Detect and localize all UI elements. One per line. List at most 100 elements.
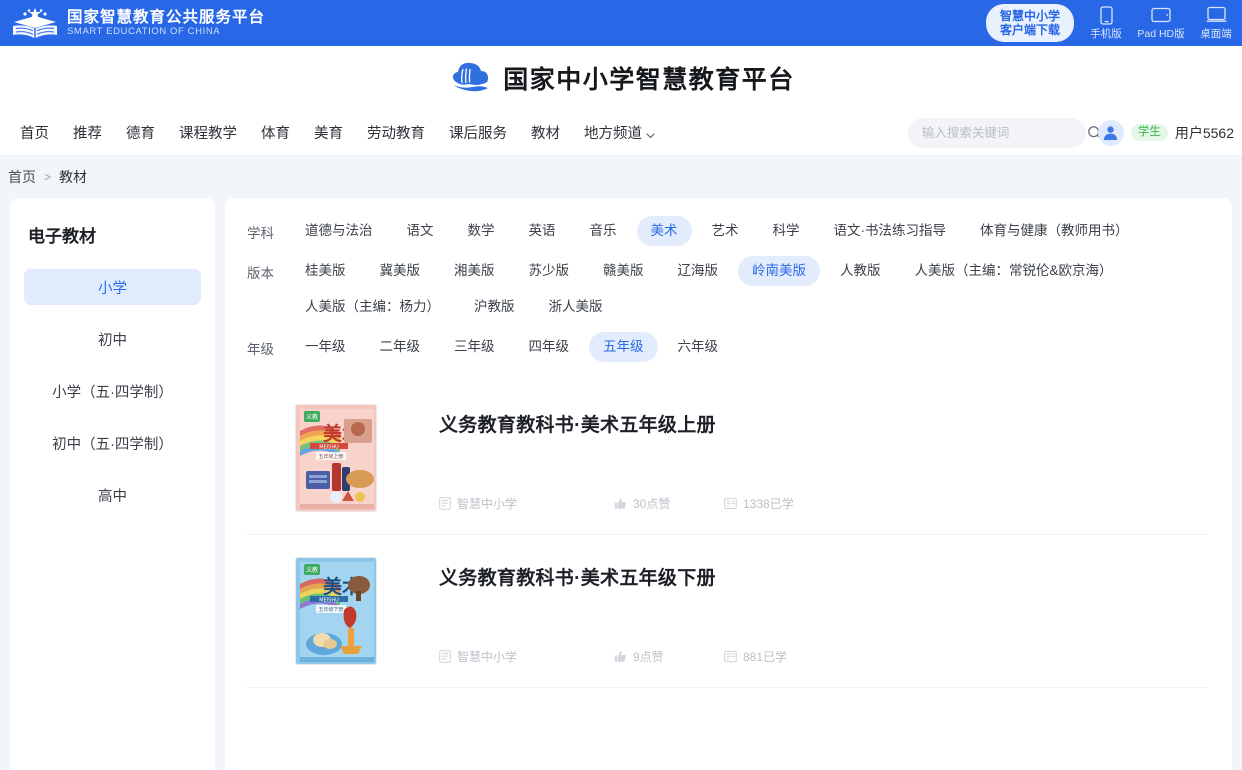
nav-item-after-school-service[interactable]: 课后服务 [437, 122, 519, 143]
nav-item-aesthetic-education[interactable]: 美育 [302, 122, 355, 143]
breadcrumb-current: 教材 [59, 169, 88, 185]
sidebar-item-junior[interactable]: 初中 [24, 321, 201, 357]
client-download-button[interactable]: 智慧中小学 客户端下载 [985, 4, 1074, 42]
avatar[interactable] [1097, 119, 1124, 146]
brand-logo-group[interactable]: 国家中小学智慧教育平台 [447, 58, 795, 98]
thumbs-up-icon [614, 497, 627, 510]
filter-chip-grade-1[interactable]: 二年级 [366, 332, 435, 362]
gov-title-cn: 国家智慧教育公共服务平台 [67, 8, 266, 26]
nav-label: 地方频道 [584, 125, 642, 142]
filter-chip-grade-4[interactable]: 五年级 [589, 332, 658, 362]
device-link-phone[interactable]: 手机版 [1084, 5, 1128, 41]
device-link-tablet[interactable]: Pad HD版 [1132, 5, 1190, 41]
desktop-icon [1206, 5, 1227, 25]
book-cover-image: 义教 美术 MEISHU 五年级上册 [295, 404, 377, 512]
filter-chips-grade: 一年级 二年级 三年级 四年级 五年级 六年级 [291, 332, 1206, 368]
gov-title-en: SMART EDUCATION OF CHINA [67, 25, 221, 37]
cloud-book-logo-icon [447, 58, 493, 98]
breadcrumb-home[interactable]: 首页 [8, 167, 36, 187]
filter-chip-subject-1[interactable]: 语文 [393, 216, 448, 246]
svg-text:五年级上册: 五年级上册 [318, 453, 343, 460]
filter-chip-version-9[interactable]: 人美版（主编：杨力） [291, 292, 454, 322]
device-link-desktop[interactable]: 桌面端 [1194, 5, 1238, 41]
user-area[interactable]: 学生 用户5562 [1097, 119, 1234, 146]
filter-chip-version-3[interactable]: 苏少版 [515, 256, 584, 286]
filter-chip-subject-8[interactable]: 语文·书法练习指导 [820, 216, 961, 246]
book-cover-image: 义教 美术 MEISHU 五年级下册 [295, 557, 377, 665]
filter-chip-version-11[interactable]: 浙人美版 [535, 292, 617, 322]
book-list: 义教 美术 MEISHU 五年级上册 义务教育教科书·美术五年级上册 智慧中小学… [247, 382, 1206, 688]
nav-item-recommend[interactable]: 推荐 [61, 122, 114, 143]
book-title[interactable]: 义务教育教科书·美术五年级上册 [439, 404, 1206, 437]
filter-chip-grade-3[interactable]: 四年级 [515, 332, 584, 362]
tablet-icon [1151, 5, 1171, 25]
chevron-down-icon [646, 128, 655, 138]
filter-chip-subject-7[interactable]: 科学 [759, 216, 814, 246]
sidebar-item-senior[interactable]: 高中 [24, 477, 201, 513]
nav-label: 体育 [261, 125, 290, 142]
filter-chip-grade-0[interactable]: 一年级 [291, 332, 360, 362]
main-nav-bar: 首页 推荐 德育 课程教学 体育 美育 劳动教育 课后服务 教材 地方频道 学生… [0, 109, 1242, 156]
filter-chip-version-10[interactable]: 沪教版 [460, 292, 529, 322]
filter-chip-version-0[interactable]: 桂美版 [291, 256, 360, 286]
svg-text:义教: 义教 [306, 566, 318, 574]
filter-label-grade: 年级 [247, 342, 274, 357]
nav-item-home[interactable]: 首页 [8, 122, 61, 143]
book-likes-label: 30点赞 [633, 497, 671, 511]
filter-chip-subject-3[interactable]: 英语 [515, 216, 570, 246]
nav-item-course-teaching[interactable]: 课程教学 [167, 122, 249, 143]
status-badge: 学生 [1130, 124, 1168, 141]
filter-chip-version-4[interactable]: 赣美版 [589, 256, 658, 286]
gov-emblem-icon [12, 6, 58, 40]
thumbs-up-icon [614, 650, 627, 663]
gov-platform-logo[interactable]: 国家智慧教育公共服务平台 SMART EDUCATION OF CHINA [0, 6, 265, 40]
nav-item-labor-education[interactable]: 劳动教育 [355, 122, 437, 143]
nav-label: 教材 [531, 125, 560, 142]
filter-chip-grade-2[interactable]: 三年级 [440, 332, 509, 362]
filter-label-version: 版本 [247, 266, 274, 281]
sidebar-item-primary-54[interactable]: 小学（五·四学制） [24, 373, 201, 409]
sidebar-item-primary[interactable]: 小学 [24, 269, 201, 305]
filter-chip-subject-9[interactable]: 体育与健康（教师用书） [966, 216, 1143, 246]
client-download-line1: 智慧中小学 [999, 9, 1060, 23]
book-list-item[interactable]: 义教 美术 MEISHU 五年级下册 义务教育教科书·美术五年级下册 智慧中小学… [247, 535, 1206, 688]
sidebar-title: 电子教材 [28, 227, 96, 246]
device-label-desktop: 桌面端 [1200, 28, 1232, 40]
user-name[interactable]: 用户5562 [1175, 123, 1234, 143]
filter-chip-version-5[interactable]: 辽海版 [664, 256, 733, 286]
nav-item-local-channel[interactable]: 地方频道 [572, 122, 667, 143]
book-source: 智慧中小学 [439, 648, 614, 665]
filter-chip-subject-4[interactable]: 音乐 [576, 216, 631, 246]
sidebar-item-junior-54[interactable]: 初中（五·四学制） [24, 425, 201, 461]
filter-chip-version-6[interactable]: 岭南美版 [738, 256, 820, 286]
device-label-phone: 手机版 [1090, 28, 1122, 40]
nav-item-textbooks[interactable]: 教材 [519, 122, 572, 143]
filter-chip-version-1[interactable]: 冀美版 [366, 256, 435, 286]
filter-chip-subject-5[interactable]: 美术 [636, 216, 692, 246]
filter-chip-subject-0[interactable]: 道德与法治 [291, 216, 387, 246]
nav-items: 首页 推荐 德育 课程教学 体育 美育 劳动教育 课后服务 教材 地方频道 [0, 122, 667, 143]
nav-item-sports[interactable]: 体育 [249, 122, 302, 143]
book-source-icon [439, 497, 451, 510]
studied-icon [724, 497, 737, 510]
nav-label: 课后服务 [449, 125, 507, 142]
filter-chips-version: 桂美版 冀美版 湘美版 苏少版 赣美版 辽海版 岭南美版 人教版 人美版（主编：… [291, 256, 1206, 328]
book-title[interactable]: 义务教育教科书·美术五年级下册 [439, 557, 1206, 590]
search-box[interactable] [907, 117, 1103, 148]
filter-chip-subject-6[interactable]: 艺术 [698, 216, 753, 246]
book-info: 义务教育教科书·美术五年级上册 智慧中小学 30点赞 1338已学 [377, 404, 1206, 512]
studied-icon [724, 650, 737, 663]
svg-text:MEISHU: MEISHU [319, 445, 339, 451]
filter-chip-grade-5[interactable]: 六年级 [664, 332, 733, 362]
page-brand-title: 国家中小学智慧教育平台 [503, 65, 795, 94]
book-meta: 智慧中小学 30点赞 1338已学 [439, 495, 1206, 512]
topbar-right-group: 智慧中小学 客户端下载 手机版 Pad HD版 桌面端 [985, 0, 1242, 46]
filter-chip-subject-2[interactable]: 数学 [454, 216, 509, 246]
filter-chip-version-2[interactable]: 湘美版 [440, 256, 509, 286]
client-download-line2: 客户端下载 [999, 23, 1060, 37]
nav-item-moral-education[interactable]: 德育 [114, 122, 167, 143]
filter-chip-version-7[interactable]: 人教版 [826, 256, 895, 286]
book-list-item[interactable]: 义教 美术 MEISHU 五年级上册 义务教育教科书·美术五年级上册 智慧中小学… [247, 382, 1206, 535]
filter-chip-version-8[interactable]: 人美版（主编：常锐伦&欧京海） [901, 256, 1127, 286]
search-input[interactable] [921, 125, 1083, 140]
